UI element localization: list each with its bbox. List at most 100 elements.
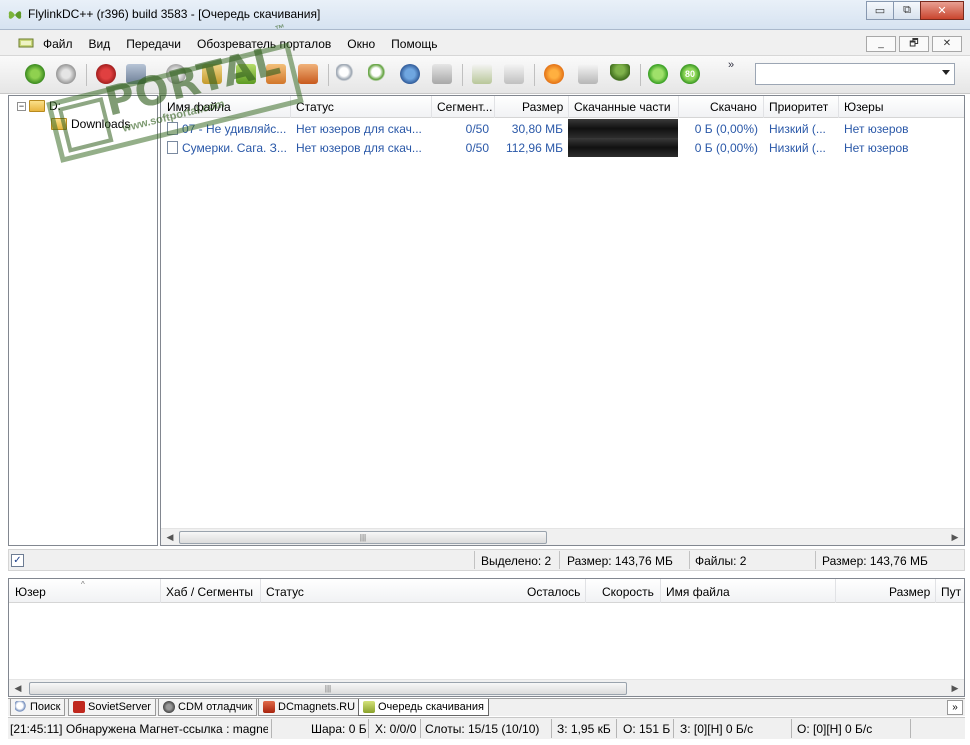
menu-file[interactable]: Файл [43, 37, 73, 51]
mdi-close-button[interactable]: ✕ [932, 36, 962, 52]
refresh-icon[interactable] [166, 64, 186, 84]
mdi-minimize-button[interactable]: _ [866, 36, 896, 52]
col-size[interactable]: Размер [522, 100, 563, 114]
status-separator [559, 551, 560, 569]
col-segments[interactable]: Сегмент... [437, 100, 492, 114]
scroll-right-icon[interactable]: ▶ [950, 683, 960, 694]
finished-icon[interactable] [298, 64, 318, 84]
minimize-icon: ▭ [874, 5, 886, 17]
status-downloaded: З: 1,95 кБ [557, 722, 611, 736]
col-filename[interactable]: Имя файла [167, 100, 231, 114]
column-separator[interactable] [260, 579, 261, 603]
scrollbar-thumb[interactable]: ||| [179, 531, 547, 544]
transfers-column-header: Юзер ^ Хаб / Сегменты Статус Осталось Ск… [9, 579, 964, 603]
reconnect-icon[interactable] [25, 64, 45, 84]
col-downloaded-parts[interactable]: Скачанные части [574, 100, 671, 114]
menu-view[interactable]: Вид [89, 37, 111, 51]
status-separator [791, 719, 792, 738]
col-users[interactable]: Юзеры [844, 100, 883, 114]
transfers-horizontal-scrollbar[interactable]: ◀ ||| ▶ [9, 679, 964, 696]
col-user[interactable]: Юзер [15, 585, 46, 599]
scroll-right-icon[interactable]: ▶ [950, 532, 960, 543]
tab-dcmagnets[interactable]: DCmagnets.RU [258, 699, 361, 716]
notepad-icon[interactable] [432, 64, 452, 84]
quick-search-input[interactable] [756, 64, 936, 84]
users-icon[interactable] [126, 64, 146, 84]
favorites-heart-icon[interactable] [96, 64, 116, 84]
mdi-restore-button[interactable]: 🗗 [899, 36, 929, 52]
col-priority[interactable]: Приоритет [769, 100, 828, 114]
col-transfer-filename[interactable]: Имя файла [666, 585, 730, 599]
column-separator[interactable] [678, 96, 679, 118]
search-icon[interactable] [336, 64, 356, 84]
orange-globe-icon[interactable] [544, 64, 564, 84]
tab-cdm-debug[interactable]: CDM отладчик [158, 699, 258, 716]
close-button[interactable]: ✕ [920, 1, 964, 20]
col-downloaded[interactable]: Скачано [710, 100, 757, 114]
dropdown-arrow-icon[interactable] [942, 70, 950, 75]
scroll-left-icon[interactable]: ◀ [13, 683, 23, 694]
tree-node-downloads-label: Downloads [71, 117, 131, 131]
menu-help[interactable]: Помощь [391, 37, 437, 51]
column-separator[interactable] [494, 96, 495, 118]
collapse-icon[interactable]: − [17, 101, 26, 111]
cleanup-icon[interactable] [578, 64, 598, 84]
queue-horizontal-scrollbar[interactable]: ◀ ||| ▶ [161, 528, 964, 545]
menu-transfers[interactable]: Передачи [126, 37, 181, 51]
show-tree-checkbox[interactable]: ✓ [11, 554, 24, 567]
video-file-icon [167, 141, 178, 154]
column-separator[interactable] [290, 96, 291, 118]
upload-icon[interactable] [504, 64, 524, 84]
maximize-icon: ⧉ [903, 4, 911, 16]
tree-node-drive[interactable]: − D: [17, 99, 61, 113]
column-separator[interactable] [838, 96, 839, 118]
queue-row[interactable]: Сумерки. Сага. З... Нет юзеров для скач.… [161, 138, 964, 157]
column-separator[interactable] [835, 579, 836, 603]
column-separator[interactable] [935, 579, 936, 603]
quick-search-combo[interactable] [755, 63, 955, 85]
download-queue-list: Имя файла Статус Сегмент... Размер Скача… [160, 95, 965, 546]
col-transfer-status[interactable]: Статус [266, 585, 304, 599]
col-remaining[interactable]: Осталось [527, 585, 580, 599]
download-check-icon[interactable] [236, 64, 256, 84]
column-separator[interactable] [660, 579, 661, 603]
col-transfer-size[interactable]: Размер [889, 585, 930, 599]
menu-window[interactable]: Окно [347, 37, 375, 51]
status-separator [271, 719, 272, 738]
scrollbar-thumb[interactable]: ||| [29, 682, 627, 695]
column-separator[interactable] [585, 579, 586, 603]
column-separator[interactable] [568, 96, 569, 118]
tab-search[interactable]: Поиск [10, 699, 66, 716]
col-speed[interactable]: Скорость [602, 585, 654, 599]
scroll-left-icon[interactable]: ◀ [165, 532, 175, 543]
queue-folder-tree: − D: Downloads [8, 95, 158, 546]
maximize-button[interactable]: ⧉ [893, 1, 921, 20]
tree-node-downloads[interactable]: Downloads [51, 117, 130, 131]
adl-search-icon[interactable] [472, 64, 492, 84]
column-separator[interactable] [431, 96, 432, 118]
hashing-icon[interactable] [202, 64, 222, 84]
col-status[interactable]: Статус [296, 100, 334, 114]
menu-portal-browser[interactable]: Обозреватель порталов [197, 37, 331, 51]
tab-sovietserver[interactable]: SovietServer [68, 699, 156, 716]
queue-icon[interactable] [266, 64, 286, 84]
tab-download-queue[interactable]: Очередь скачивания [358, 699, 489, 716]
close-icon: ✕ [937, 5, 947, 17]
column-separator[interactable] [763, 96, 764, 118]
tabs-overflow-chevron-icon[interactable]: » [947, 700, 963, 715]
limit-80-icon[interactable]: 80 [680, 64, 700, 84]
col-hub-segments[interactable]: Хаб / Сегменты [166, 585, 253, 599]
queue-row-size: 30,80 МБ [511, 122, 563, 136]
mdi-window-icon[interactable] [18, 37, 34, 49]
minimize-button[interactable]: ▭ [866, 1, 894, 20]
status-download-speed: З: [0][Н] 0 Б/с [680, 722, 754, 736]
network-stats-icon[interactable] [400, 64, 420, 84]
search-spy-icon[interactable] [368, 64, 388, 84]
toolbar-overflow-chevron-icon[interactable]: » [728, 59, 734, 71]
power-icon[interactable] [648, 64, 668, 84]
queue-row[interactable]: 07 - Не удивляйс... Нет юзеров для скач.… [161, 119, 964, 138]
disk-icon[interactable] [56, 64, 76, 84]
user-green-icon[interactable] [610, 64, 630, 84]
column-separator[interactable] [160, 579, 161, 603]
col-path[interactable]: Пут [941, 585, 961, 599]
